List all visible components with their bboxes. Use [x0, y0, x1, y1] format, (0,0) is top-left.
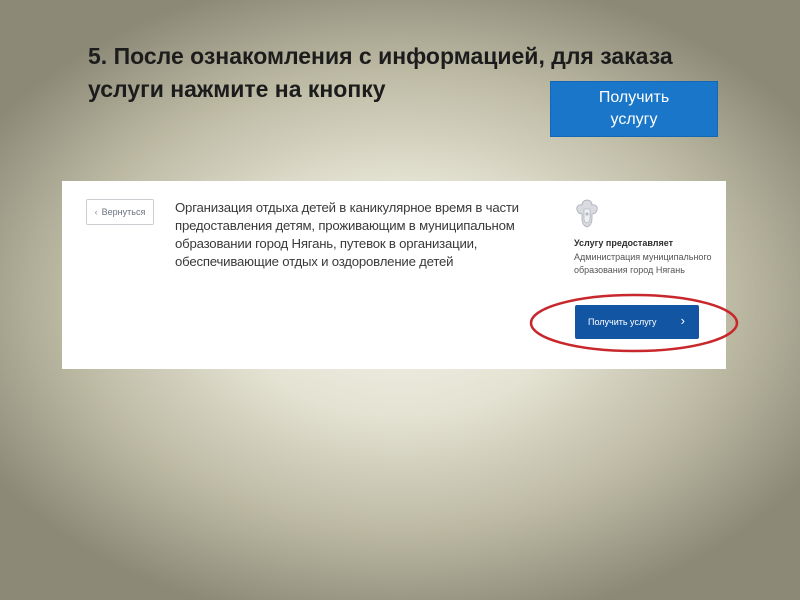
provider-label: Услугу предоставляет — [574, 238, 674, 248]
back-button-label: Вернуться — [101, 207, 146, 217]
chevron-right-icon: › — [680, 313, 685, 328]
get-service-button-label: Получить услугу — [588, 317, 657, 327]
coat-of-arms-icon — [576, 199, 598, 228]
chevron-left-icon: ‹ — [94, 207, 98, 217]
get-service-button[interactable]: Получить услугу › — [575, 305, 699, 339]
service-page-screenshot: ‹ Вернуться Организация отдыха детей в к… — [62, 181, 726, 369]
provider-name: Администрация муниципального образования… — [574, 252, 712, 275]
hint-button-label: Получить услугу — [598, 89, 670, 128]
back-button[interactable]: ‹ Вернуться — [86, 199, 154, 225]
hint-get-service-button: Получить услугу — [550, 81, 718, 137]
service-title: Организация отдыха детей в каникулярное … — [175, 200, 519, 269]
